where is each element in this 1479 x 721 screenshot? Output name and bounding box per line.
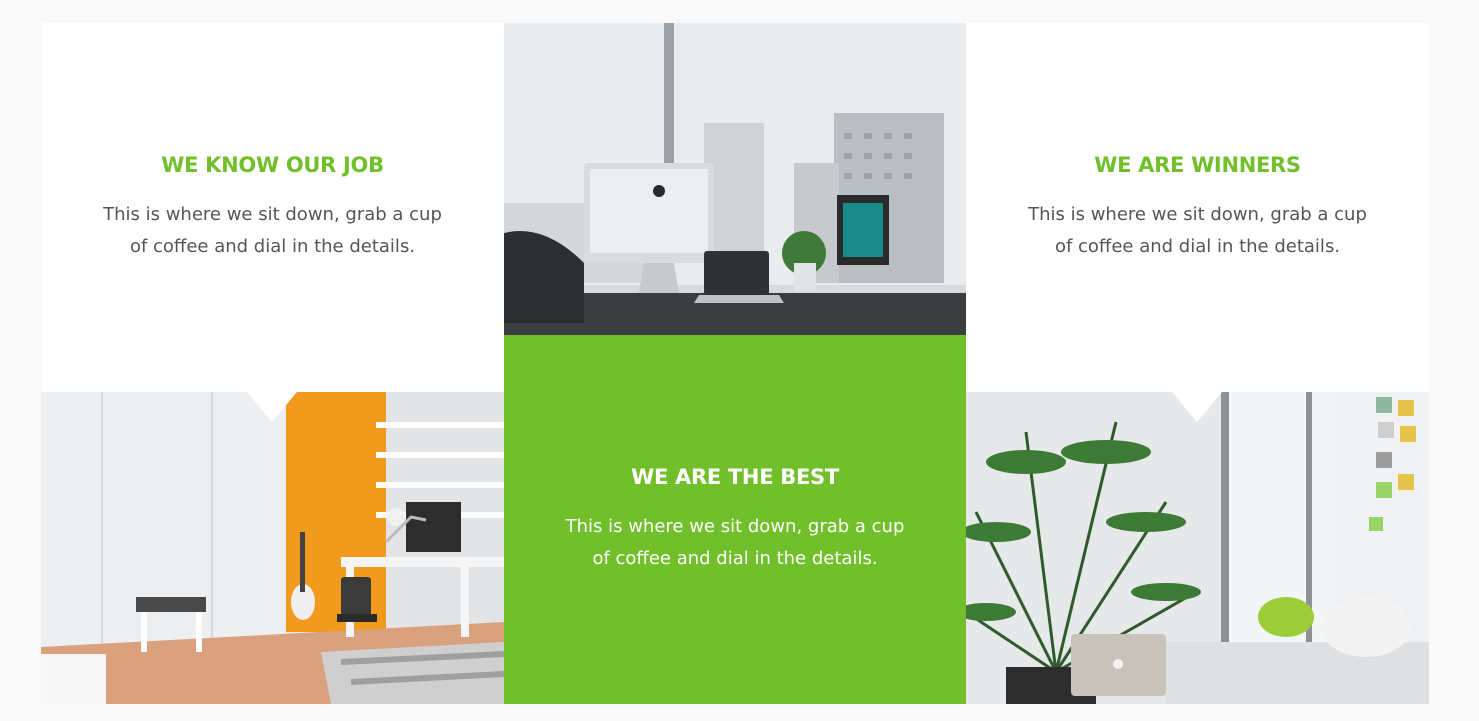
lounge-plant-photo	[966, 392, 1429, 704]
features-grid: WE KNOW OUR JOB This is where we sit dow…	[41, 23, 1429, 704]
feature-text: This is where we sit down, grab a cup of…	[565, 515, 905, 569]
feature-title: WE KNOW OUR JOB	[161, 152, 384, 177]
pointer-arrow	[247, 392, 297, 422]
feature-title: WE ARE WINNERS	[1094, 152, 1301, 177]
feature-text: This is where we sit down, grab a cup of…	[103, 203, 442, 257]
feature-title: WE ARE THE BEST	[631, 464, 839, 489]
feature-text: This is where we sit down, grab a cup of…	[1028, 203, 1367, 257]
office-desk-photo	[504, 23, 966, 335]
pointer-arrow	[1172, 392, 1222, 422]
feature-card-winners: WE ARE WINNERS This is where we sit down…	[966, 23, 1429, 392]
feature-card-job: WE KNOW OUR JOB This is where we sit dow…	[41, 23, 504, 392]
bedroom-desk-photo	[41, 392, 504, 704]
feature-card-best: WE ARE THE BEST This is where we sit dow…	[504, 335, 966, 704]
